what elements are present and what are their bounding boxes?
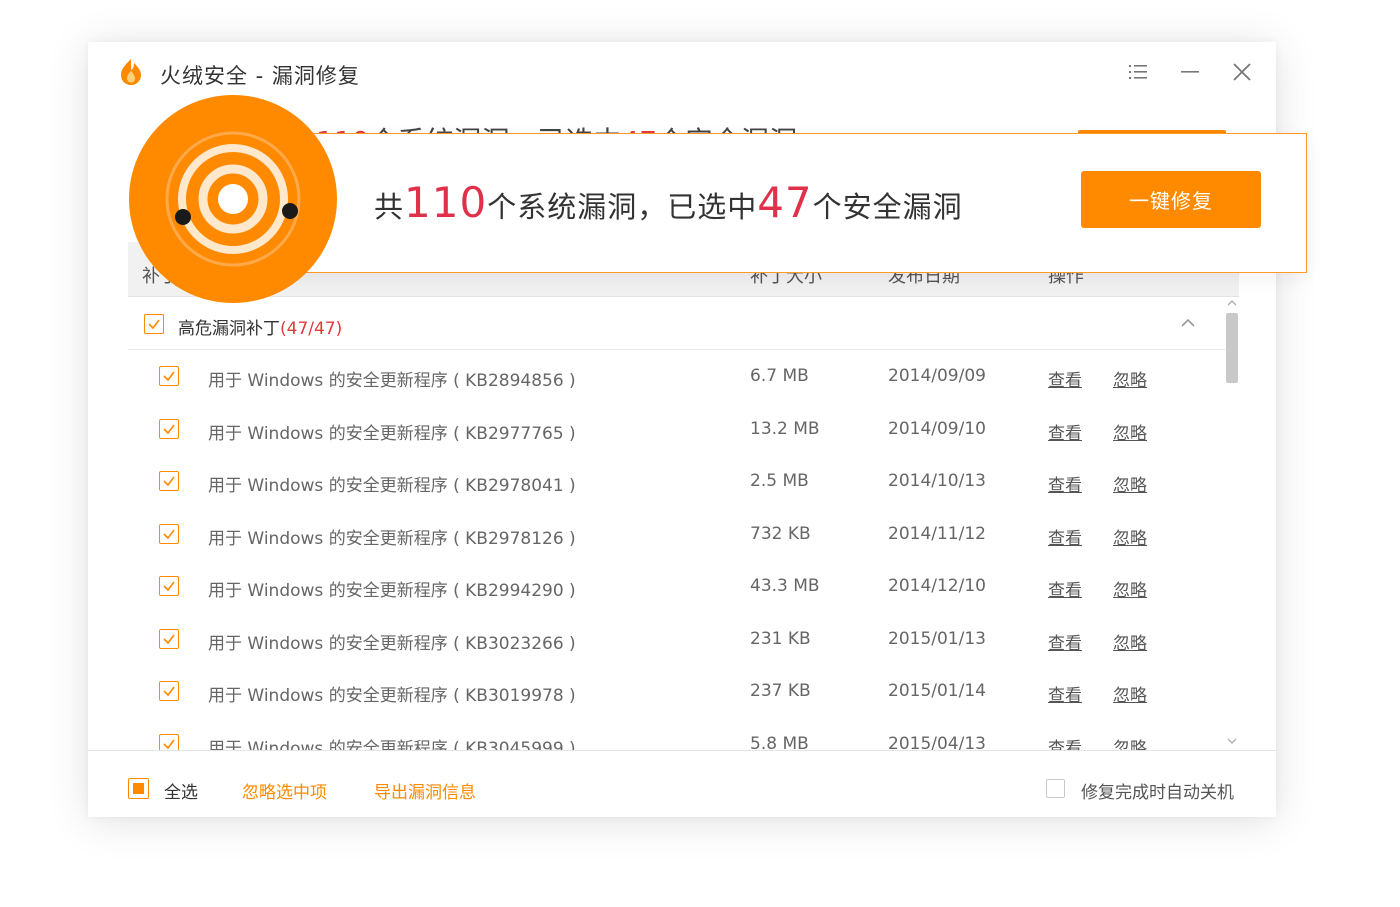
patch-list: 高危漏洞补丁(47/47) 用于 Windows 的安全更新程序 ( KB289… <box>128 297 1225 750</box>
ignore-link[interactable]: 忽略 <box>1113 681 1147 706</box>
minimize-icon[interactable] <box>1176 58 1204 86</box>
view-link[interactable]: 查看 <box>1048 576 1082 601</box>
huorong-logo-icon <box>121 59 141 85</box>
ignore-link[interactable]: 忽略 <box>1113 576 1147 601</box>
table-row[interactable]: 用于 Windows 的安全更新程序 ( KB3023266 ) 231 KB 20… <box>128 613 1225 666</box>
summary-text: 共110个系统漏洞，已选中47个安全漏洞 <box>374 178 963 227</box>
patch-size: 237 KB <box>750 681 811 701</box>
row-checkbox[interactable] <box>159 418 179 439</box>
group-checkbox[interactable] <box>144 314 164 334</box>
patch-name: 用于 Windows 的安全更新程序 ( KB3045999 ) <box>208 738 576 751</box>
chevron-up-icon[interactable] <box>1178 313 1198 333</box>
radar-icon <box>129 95 337 303</box>
menu-icon[interactable] <box>1124 58 1152 86</box>
row-checkbox[interactable] <box>159 471 179 491</box>
ignore-link[interactable]: 忽略 <box>1113 471 1147 496</box>
patch-name: 用于 Windows 的安全更新程序 ( KB3019978 ) <box>208 686 576 706</box>
summary-callout: 共110个系统漏洞，已选中47个安全漏洞 一键修复 <box>230 133 1307 273</box>
view-link[interactable]: 查看 <box>1048 681 1082 706</box>
scroll-up-icon[interactable] <box>1225 297 1239 309</box>
row-checkbox[interactable] <box>159 523 179 544</box>
patch-size: 6.7 MB <box>750 366 809 386</box>
view-link[interactable]: 查看 <box>1048 734 1082 751</box>
window-title: 火绒安全 - 漏洞修复 <box>160 64 360 88</box>
table-row[interactable]: 用于 Windows 的安全更新程序 ( KB2894856 ) 6.7 MB 20… <box>128 350 1225 403</box>
view-link[interactable]: 查看 <box>1048 366 1082 391</box>
check-icon <box>163 634 175 644</box>
auto-shutdown-label[interactable]: 修复完成时自动关机 <box>1081 778 1234 803</box>
patch-name: 用于 Windows 的安全更新程序 ( KB2994290 ) <box>208 581 576 601</box>
table-row[interactable]: 用于 Windows 的安全更新程序 ( KB2978126 ) 732 KB 20… <box>128 508 1225 561</box>
check-icon <box>163 371 175 382</box>
select-all-checkbox[interactable] <box>128 778 149 799</box>
ignore-link[interactable]: 忽略 <box>1113 629 1147 654</box>
patch-date: 2014/12/10 <box>888 576 986 596</box>
patch-name: 用于 Windows 的安全更新程序 ( KB2978126 ) <box>208 528 576 549</box>
check-icon <box>163 529 175 539</box>
export-info-link[interactable]: 导出漏洞信息 <box>374 778 476 803</box>
ignore-link[interactable]: 忽略 <box>1113 419 1147 444</box>
patch-size: 5.8 MB <box>750 733 809 751</box>
ignore-link[interactable]: 忽略 <box>1113 524 1147 549</box>
patch-name: 用于 Windows 的安全更新程序 ( KB3023266 ) <box>208 633 576 654</box>
ignore-selected-link[interactable]: 忽略选中项 <box>242 778 327 803</box>
one-click-fix-button[interactable]: 一键修复 <box>1081 171 1261 228</box>
row-checkbox[interactable] <box>159 733 179 750</box>
table-row[interactable]: 用于 Windows 的安全更新程序 ( KB2994290 ) 43.3 MB 2… <box>128 560 1225 613</box>
title-bar: 火绒安全 - 漏洞修复 <box>88 42 1276 102</box>
patch-date: 2014/11/12 <box>888 523 986 544</box>
view-link[interactable]: 查看 <box>1048 629 1082 654</box>
row-checkbox[interactable] <box>159 628 179 649</box>
patch-size: 732 KB <box>750 523 811 544</box>
scroll-thumb[interactable] <box>1226 313 1238 383</box>
table-row[interactable]: 用于 Windows 的安全更新程序 ( KB2977765 ) 13.2 MB 2… <box>128 403 1225 456</box>
ignore-link[interactable]: 忽略 <box>1113 366 1147 391</box>
row-checkbox[interactable] <box>159 576 179 596</box>
vertical-scrollbar[interactable] <box>1225 297 1239 750</box>
selected-count: 47 <box>757 178 813 227</box>
patch-name: 用于 Windows 的安全更新程序 ( KB2978041 ) <box>208 476 576 496</box>
check-icon <box>163 476 175 487</box>
table-row[interactable]: 用于 Windows 的安全更新程序 ( KB3019978 ) 237 KB 20… <box>128 665 1225 718</box>
select-all-label[interactable]: 全选 <box>164 778 198 803</box>
view-link[interactable]: 查看 <box>1048 524 1082 549</box>
footer-bar: 全选 忽略选中项 导出漏洞信息 修复完成时自动关机 <box>88 750 1276 817</box>
view-link[interactable]: 查看 <box>1048 419 1082 444</box>
scroll-down-icon[interactable] <box>1225 735 1239 747</box>
patch-size: 43.3 MB <box>750 576 820 596</box>
patch-date: 2014/09/10 <box>888 418 986 439</box>
patch-date: 2015/01/13 <box>888 628 986 649</box>
patch-size: 13.2 MB <box>750 418 820 439</box>
ignore-link[interactable]: 忽略 <box>1113 734 1147 751</box>
total-count: 110 <box>404 178 488 227</box>
check-icon <box>163 686 175 697</box>
table-row[interactable]: 用于 Windows 的安全更新程序 ( KB3045999 ) 5.8 MB 20… <box>128 718 1225 751</box>
group-label: 高危漏洞补丁(47/47) <box>178 319 343 339</box>
patch-name: 用于 Windows 的安全更新程序 ( KB2977765 ) <box>208 423 576 444</box>
patch-date: 2014/10/13 <box>888 471 986 491</box>
patch-name: 用于 Windows 的安全更新程序 ( KB2894856 ) <box>208 371 576 391</box>
row-checkbox[interactable] <box>159 681 179 701</box>
close-icon[interactable] <box>1228 58 1256 86</box>
patch-date: 2014/09/09 <box>888 366 986 386</box>
view-link[interactable]: 查看 <box>1048 471 1082 496</box>
check-icon <box>163 739 175 749</box>
group-row-high-risk[interactable]: 高危漏洞补丁(47/47) <box>128 297 1225 350</box>
patch-date: 2015/04/13 <box>888 733 986 751</box>
patch-size: 231 KB <box>750 628 811 649</box>
auto-shutdown-checkbox[interactable] <box>1046 779 1065 798</box>
row-checkbox[interactable] <box>159 366 179 386</box>
patch-size: 2.5 MB <box>750 471 809 491</box>
check-icon <box>148 319 160 330</box>
patch-date: 2015/01/14 <box>888 681 986 701</box>
check-icon <box>163 581 175 592</box>
table-row[interactable]: 用于 Windows 的安全更新程序 ( KB2978041 ) 2.5 MB 20… <box>128 455 1225 508</box>
check-icon <box>163 424 175 434</box>
